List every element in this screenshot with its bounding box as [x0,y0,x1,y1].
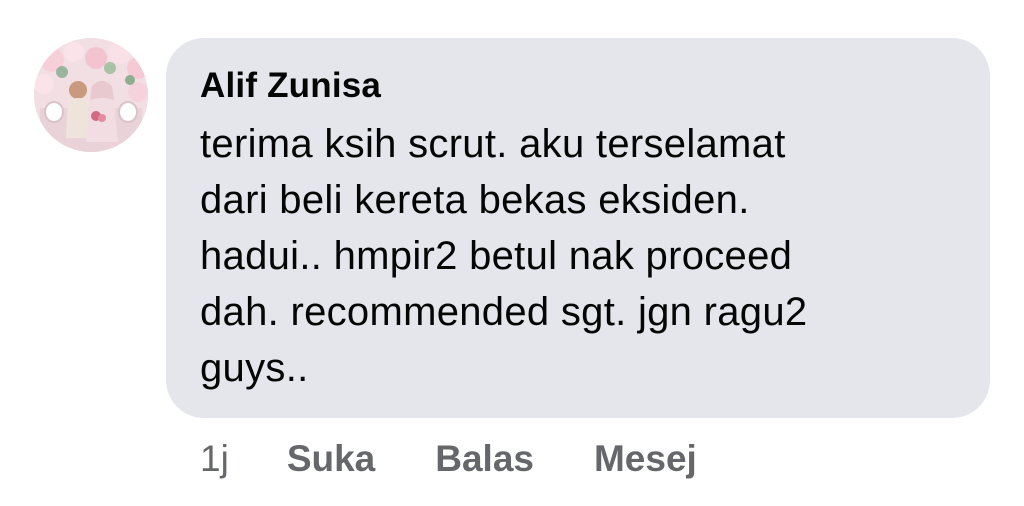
avatar[interactable] [34,38,148,152]
like-button[interactable]: Suka [287,436,375,482]
comment-author[interactable]: Alif Zunisa [200,66,954,106]
comment-actions: 1j Suka Balas Mesej [200,436,757,482]
avatar-photo-icon [34,38,148,152]
comment: Alif Zunisa terima ksih scrut. aku terse… [0,0,1024,506]
comment-timestamp[interactable]: 1j [200,436,229,482]
comment-text: terima ksih scrut. aku terselamat dari b… [200,122,808,390]
message-button[interactable]: Mesej [594,436,697,482]
reply-button[interactable]: Balas [435,436,534,482]
comment-bubble: Alif Zunisa terima ksih scrut. aku terse… [166,38,990,418]
